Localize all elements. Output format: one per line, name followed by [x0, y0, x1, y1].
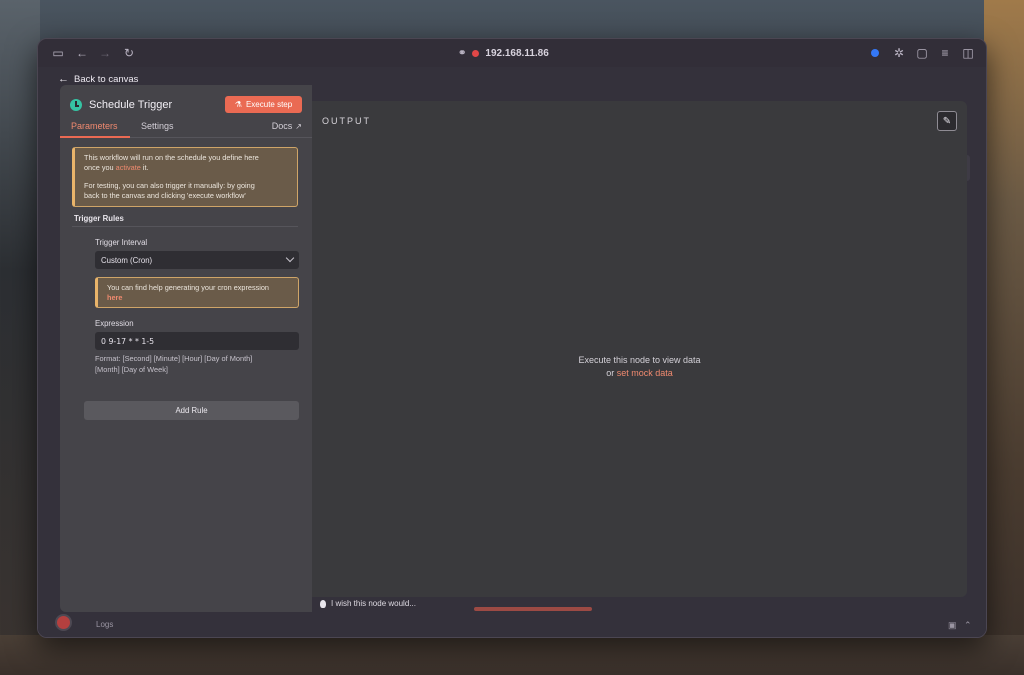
back-to-canvas-link[interactable]: ← Back to canvas — [58, 73, 138, 85]
pencil-icon: ✎ — [942, 115, 952, 127]
chat-icon[interactable]: ▢ — [914, 45, 930, 61]
set-mock-data-link[interactable]: set mock data — [617, 368, 673, 378]
cron-help-text: You can find help generating your cron e… — [107, 283, 269, 292]
output-empty-state: Execute this node to view data or set mo… — [312, 354, 967, 380]
empty-line-1: Execute this node to view data — [578, 355, 701, 365]
node-title[interactable]: Schedule Trigger — [89, 99, 172, 111]
url-text: 192.168.11.86 — [485, 47, 549, 59]
notice-line-1: This workflow will run on the schedule y… — [84, 153, 259, 162]
external-link-icon: ↗ — [295, 121, 302, 131]
format-line-2: [Month] [Day of Week] — [95, 365, 168, 374]
cron-expression-input[interactable]: 0 9-17 * * 1-5 — [95, 332, 299, 350]
settings-gear-icon[interactable]: ✲ — [891, 45, 907, 61]
node-parameters-panel: Schedule Trigger ⚗ Execute step Paramete… — [60, 85, 312, 612]
empty-line-2: or set mock data — [312, 367, 967, 380]
chevron-up-icon[interactable]: ⌃ — [964, 620, 972, 631]
canvas-accent-strip — [474, 607, 592, 611]
notice-line-4: back to the canvas and clicking 'execute… — [84, 191, 246, 200]
recording-indicator — [472, 49, 480, 57]
notice-line-3: For testing, you can also trigger it man… — [84, 181, 255, 190]
reader-icon[interactable]: ≡ — [937, 45, 953, 61]
section-divider — [72, 226, 298, 227]
app-page: ← Back to canvas Schedule Trigger ⚗ Exec… — [38, 67, 986, 637]
back-arrow-icon: ← — [58, 73, 69, 85]
panel-header: Schedule Trigger ⚗ Execute step — [70, 95, 302, 115]
notice-spacer — [84, 173, 290, 181]
cron-help-link[interactable]: here — [107, 293, 291, 303]
back-arrow-icon[interactable]: ← — [74, 45, 90, 61]
back-to-canvas-label: Back to canvas — [74, 73, 139, 85]
output-title: OUTPUT — [322, 116, 371, 126]
add-rule-button[interactable]: Add Rule — [84, 401, 299, 420]
trigger-rules-heading: Trigger Rules — [74, 214, 124, 223]
execute-step-label: Execute step — [245, 100, 293, 109]
edit-output-button[interactable]: ✎ — [937, 111, 957, 131]
lightbulb-icon — [320, 599, 326, 608]
expression-label: Expression — [95, 319, 134, 328]
feedback-label: I wish this node would... — [331, 599, 416, 608]
extension-icon[interactable] — [867, 45, 883, 61]
output-panel: OUTPUT ✎ Execute this node to view data … — [312, 101, 967, 597]
tab-parameters[interactable]: Parameters — [71, 121, 118, 131]
trigger-interval-select[interactable]: Custom (Cron) — [95, 251, 299, 269]
tab-settings[interactable]: Settings — [141, 121, 174, 131]
flask-icon: ⚗ — [234, 100, 242, 109]
cron-format-hint: Format: [Second] [Minute] [Hour] [Day of… — [95, 353, 299, 375]
activation-notice: This workflow will run on the schedule y… — [72, 147, 298, 207]
notice-line-2-suffix: it. — [140, 163, 149, 172]
format-line-1: Format: [Second] [Minute] [Hour] [Day of… — [95, 354, 253, 363]
activate-link[interactable]: activate — [116, 163, 141, 172]
split-view-icon[interactable]: ◫ — [960, 45, 976, 61]
notice-line-2-prefix: once you — [84, 163, 116, 172]
chevron-down-icon — [285, 253, 295, 263]
notice-line-2: once you activate it. — [84, 163, 290, 173]
address-bar[interactable]: ⚭ 192.168.11.86 — [458, 45, 549, 61]
logs-toggle[interactable]: Logs — [96, 620, 113, 629]
active-tab-indicator — [60, 136, 130, 138]
sidebar-toggle-icon[interactable]: ▭ — [50, 45, 66, 61]
docs-label: Docs — [271, 121, 293, 131]
execute-step-button[interactable]: ⚗ Execute step — [225, 96, 302, 113]
clock-icon — [70, 99, 82, 111]
background-bottom — [0, 635, 1024, 675]
background-left — [0, 0, 40, 675]
logs-bar: Logs ▣ ⌃ — [38, 612, 986, 637]
popout-icon[interactable]: ▣ — [948, 620, 957, 631]
avatar[interactable] — [55, 614, 72, 631]
docs-link[interactable]: Docs ↗ — [272, 121, 302, 131]
browser-window: ▭ ← → ↻ ⚭ 192.168.11.86 ✲ ▢ ≡ ◫ ← Back t… — [37, 38, 987, 638]
trigger-interval-value: Custom (Cron) — [101, 255, 153, 265]
panel-tabs: Parameters Settings Docs ↗ — [60, 119, 312, 138]
cron-help-notice: You can find help generating your cron e… — [95, 277, 299, 308]
cron-expression-value: 0 9-17 * * 1-5 — [101, 336, 155, 346]
empty-line-2-prefix: or — [606, 368, 617, 378]
background-right — [984, 0, 1024, 675]
feedback-link[interactable]: I wish this node would... — [320, 599, 416, 608]
link-icon: ⚭ — [458, 47, 467, 59]
reload-icon[interactable]: ↻ — [121, 45, 137, 61]
trigger-interval-label: Trigger Interval — [95, 238, 148, 247]
forward-arrow-icon[interactable]: → — [97, 45, 113, 61]
browser-toolbar: ▭ ← → ↻ ⚭ 192.168.11.86 ✲ ▢ ≡ ◫ — [38, 39, 986, 67]
add-rule-label: Add Rule — [175, 406, 208, 415]
